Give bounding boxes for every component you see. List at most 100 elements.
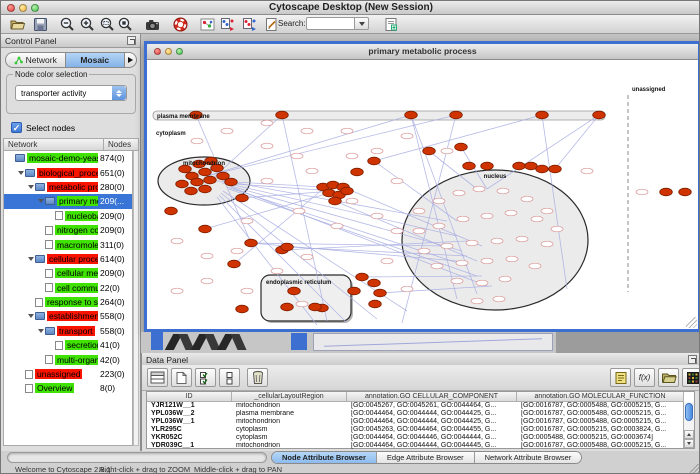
network-node[interactable] — [281, 243, 294, 251]
attribute-batch-icon[interactable] — [382, 16, 400, 33]
network-tree-item[interactable]: primary metabo209(... — [4, 194, 132, 208]
network-node[interactable] — [481, 162, 494, 170]
network-tree-item[interactable]: nucleobase-209(0) — [4, 209, 132, 223]
table-column-header[interactable]: annotation.GO CELLULAR_COMPONENT — [347, 392, 517, 402]
network-node[interactable] — [513, 162, 526, 170]
tab-edge-attribute-browser[interactable]: Edge Attribute Browser — [377, 452, 475, 463]
network-tree-item[interactable]: cellular process614(0) — [4, 252, 132, 266]
table-row[interactable]: YPL036W__2plasma membrane[GO:0044464, GO… — [147, 410, 694, 418]
network-tree-item[interactable]: unassigned223(0) — [4, 367, 132, 381]
network-node[interactable] — [463, 162, 476, 170]
disclosure-triangle-icon[interactable] — [26, 257, 35, 261]
app-resize-grip[interactable] — [690, 464, 700, 474]
network-node[interactable] — [199, 185, 212, 193]
tab-scroll-right-icon[interactable] — [125, 52, 137, 68]
network-node[interactable] — [236, 194, 249, 202]
formula-icon[interactable]: f(x) — [634, 368, 655, 387]
table-row[interactable]: YKR052Ccytoplasm[GO:0044464, GO:0044446,… — [147, 434, 694, 442]
network-node[interactable] — [549, 165, 562, 173]
network-node[interactable] — [228, 260, 241, 268]
network-tree-item[interactable]: macromolecule311(0) — [4, 237, 132, 251]
save-session-icon[interactable] — [31, 16, 49, 33]
tab-network-attribute-browser[interactable]: Network Attribute Browser — [475, 452, 582, 463]
disclosure-triangle-icon[interactable] — [36, 199, 45, 203]
network-node[interactable] — [245, 239, 258, 247]
network-node[interactable] — [356, 273, 369, 281]
node-color-select[interactable]: transporter activity — [15, 85, 127, 101]
search-input[interactable] — [306, 17, 355, 30]
network-tree-item[interactable]: metabolic process280(0) — [4, 180, 132, 194]
network-node[interactable] — [455, 143, 468, 151]
network-node[interactable] — [368, 279, 381, 287]
network-node[interactable] — [176, 180, 189, 188]
zoom-out-icon[interactable] — [58, 16, 76, 33]
tab-network[interactable]: Network — [5, 52, 65, 68]
disclosure-triangle-icon[interactable] — [26, 314, 35, 318]
network-overview-icon[interactable] — [198, 16, 216, 33]
paste-attributes-icon[interactable] — [240, 16, 258, 33]
network-tree-item[interactable]: Overview8(0) — [4, 381, 132, 395]
network-node[interactable] — [348, 287, 361, 295]
table-row[interactable]: YPL036W__1mitochondrion[GO:0044464, GO:0… — [147, 418, 694, 426]
network-node[interactable] — [450, 111, 463, 119]
network-node[interactable] — [341, 187, 354, 195]
disclosure-triangle-icon[interactable] — [26, 185, 35, 189]
table-scrollbar[interactable] — [683, 402, 694, 448]
float-panel-icon[interactable] — [127, 36, 136, 45]
network-node[interactable] — [536, 165, 549, 173]
zoom-fit-icon[interactable] — [116, 16, 134, 33]
float-panel-icon[interactable] — [688, 355, 697, 364]
tab-mosaic[interactable]: Mosaic — [65, 52, 126, 68]
table-column-header[interactable]: _cellularLayoutRegion — [232, 392, 347, 402]
table-row[interactable]: YJR121W__1mitochondrion[GO:0045267, GO:0… — [147, 402, 694, 410]
table-row[interactable]: YDR039C__1mitochondrion[GO:0044464, GO:0… — [147, 442, 694, 450]
network-tree-item[interactable]: multi-organism pro42(0) — [4, 352, 132, 366]
network-node[interactable] — [329, 197, 342, 205]
network-node[interactable] — [165, 207, 178, 215]
scrollbar-thumb[interactable] — [685, 403, 693, 421]
network-node[interactable] — [369, 300, 382, 308]
network-node[interactable] — [351, 168, 364, 176]
import-attributes-icon[interactable] — [658, 368, 679, 387]
network-tree-item[interactable]: establishment of lo558(0) — [4, 309, 132, 323]
network-node[interactable] — [405, 111, 418, 119]
window-resize-grip[interactable] — [686, 317, 697, 328]
network-node[interactable] — [536, 111, 549, 119]
create-attribute-icon[interactable] — [171, 368, 192, 387]
network-tree-item[interactable]: nitrogen compo209(0) — [4, 223, 132, 237]
network-node[interactable] — [199, 225, 212, 233]
scroll-down-icon[interactable] — [684, 439, 694, 448]
matrix-icon[interactable] — [682, 368, 700, 387]
copy-attributes-icon[interactable] — [218, 16, 236, 33]
network-window-titlebar[interactable]: primary metabolic process — [147, 44, 698, 60]
tree-column-network[interactable]: Network — [3, 138, 103, 151]
tab-node-attribute-browser[interactable]: Node Attribute Browser — [272, 452, 377, 463]
network-node[interactable] — [368, 157, 381, 165]
network-node[interactable] — [281, 303, 294, 311]
snapshot-camera-icon[interactable] — [143, 16, 161, 33]
network-tree-item[interactable]: biological_process651(0) — [4, 165, 132, 179]
search-dropdown-icon[interactable] — [355, 17, 369, 30]
network-node[interactable] — [660, 188, 673, 196]
table-mode-icon[interactable] — [147, 368, 168, 387]
network-node[interactable] — [593, 111, 606, 119]
notes-icon[interactable] — [610, 368, 631, 387]
network-node[interactable] — [185, 187, 198, 195]
open-file-icon[interactable] — [8, 16, 26, 33]
network-node[interactable] — [288, 287, 301, 295]
network-node[interactable] — [199, 168, 212, 176]
network-node[interactable] — [374, 289, 387, 297]
network-canvas[interactable]: plasma membranecytoplasmmitochondrionnuc… — [147, 61, 698, 329]
table-column-header[interactable]: annotation.GO MOLECULAR_FUNCTION — [517, 392, 684, 402]
network-node[interactable] — [236, 305, 249, 313]
zoom-in-icon[interactable] — [78, 16, 96, 33]
table-column-header[interactable]: ID — [147, 392, 232, 402]
delete-attribute-icon[interactable] — [247, 368, 268, 387]
network-tree-item[interactable]: mosaic-demo-yeast874(0) — [4, 151, 132, 165]
network-tree-item[interactable]: response to stimulu264(0) — [4, 295, 132, 309]
network-tree-item[interactable]: secretion41(0) — [4, 338, 132, 352]
disclosure-triangle-icon[interactable] — [16, 171, 25, 175]
network-node[interactable] — [309, 303, 322, 311]
network-tree-item[interactable]: cellular metabo209(0) — [4, 266, 132, 280]
select-nodes-checkbox[interactable]: ✓ — [11, 122, 22, 133]
